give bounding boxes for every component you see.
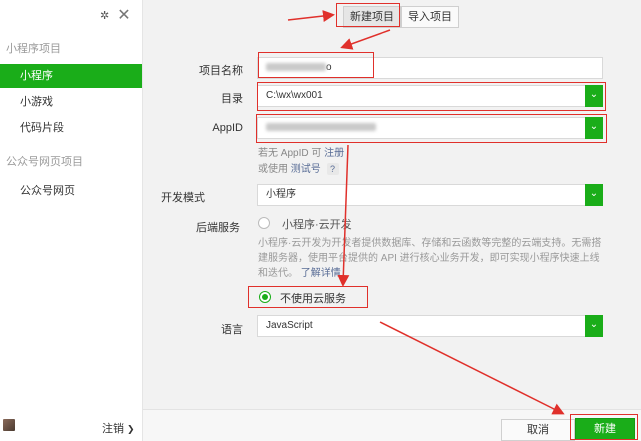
appid-select[interactable]: ⌄ <box>257 117 603 139</box>
cloud-dev-radio[interactable] <box>258 217 270 229</box>
section-miniprogram: 小程序项目 <box>6 43 61 55</box>
create-button[interactable]: 新建 <box>575 418 635 440</box>
chevron-down-icon: ⌄ <box>589 188 599 199</box>
logout-button[interactable]: 注销 ❯ <box>102 420 135 436</box>
directory-value: C:\wx\wx001 <box>266 90 323 101</box>
sidebar-item-miniprogram[interactable]: 小程序 <box>0 64 142 88</box>
appid-hint: 若无 AppID 可 注册 <box>258 144 344 159</box>
logout-label: 注销 <box>102 423 124 435</box>
no-cloud-radio[interactable] <box>259 291 271 303</box>
language-value: JavaScript <box>266 320 313 331</box>
tab-import-project[interactable]: 导入项目 <box>401 6 459 28</box>
sidebar-item-code-snippet[interactable]: 代码片段 <box>0 116 142 140</box>
settings-icon[interactable]: ✲ <box>100 9 109 22</box>
language-dropdown-button[interactable]: ⌄ <box>585 315 603 337</box>
register-link[interactable]: 注册 <box>324 148 344 159</box>
directory-browse-button[interactable]: ⌄ <box>585 85 603 107</box>
dev-mode-value: 小程序 <box>266 189 296 200</box>
sidebar-footer: 注销 ❯ <box>0 413 142 441</box>
sidebar-item-label: 小游戏 <box>20 96 53 108</box>
sidebar-item-label: 小程序 <box>20 70 53 82</box>
test-account-link[interactable]: 测试号 <box>291 164 321 175</box>
dev-mode-select[interactable]: 小程序 ⌄ <box>257 184 603 206</box>
chevron-right-icon: ❯ <box>127 424 135 434</box>
window-controls: ✲ ✕ <box>100 5 131 25</box>
dev-mode-label: 开发模式 <box>161 192 205 204</box>
appid-label: AppID <box>212 122 243 134</box>
directory-label: 目录 <box>221 93 243 105</box>
sidebar-item-label: 代码片段 <box>20 122 64 134</box>
appid-hint-text: 若无 AppID 可 <box>258 148 322 159</box>
tab-new-project[interactable]: 新建项目 <box>343 6 401 28</box>
chevron-down-icon: ⌄ <box>589 121 599 132</box>
blurred-text <box>266 63 326 72</box>
cloud-dev-description: 小程序·云开发为开发者提供数据库、存储和云函数等完整的云端支持。无需搭建服务器，… <box>258 236 608 281</box>
sidebar-item-minigame[interactable]: 小游戏 <box>0 90 142 114</box>
blurred-text <box>266 123 376 132</box>
avatar[interactable] <box>3 419 15 431</box>
language-label: 语言 <box>221 324 243 336</box>
close-icon[interactable]: ✕ <box>117 5 130 25</box>
cancel-button[interactable]: 取消 <box>501 419 575 441</box>
test-hint-text: 或使用 <box>258 164 288 175</box>
sidebar-item-label: 公众号网页 <box>20 185 75 197</box>
dev-mode-dropdown-button[interactable]: ⌄ <box>585 184 603 206</box>
project-name-suffix: o <box>326 62 332 73</box>
help-icon[interactable]: ? <box>326 163 339 175</box>
sidebar: ✲ ✕ 小程序项目 小程序 小游戏 代码片段 公众号网页项目 公众号网页 注销 ❯ <box>0 0 143 441</box>
chevron-down-icon: ⌄ <box>589 89 599 100</box>
cloud-dev-option-label: 小程序·云开发 <box>282 219 352 231</box>
no-cloud-option-label: 不使用云服务 <box>280 293 346 305</box>
directory-input[interactable]: C:\wx\wx001 ⌄ <box>257 85 603 107</box>
language-select[interactable]: JavaScript ⌄ <box>257 315 603 337</box>
learn-more-link[interactable]: 了解详情 <box>301 268 341 279</box>
chevron-down-icon: ⌄ <box>589 319 599 330</box>
project-name-label: 项目名称 <box>199 65 243 77</box>
project-name-input[interactable]: o <box>257 57 603 79</box>
section-official-web: 公众号网页项目 <box>6 156 83 168</box>
appid-dropdown-button[interactable]: ⌄ <box>585 117 603 139</box>
backend-label: 后端服务 <box>196 222 240 234</box>
test-account-hint: 或使用 测试号 ? <box>258 160 339 175</box>
